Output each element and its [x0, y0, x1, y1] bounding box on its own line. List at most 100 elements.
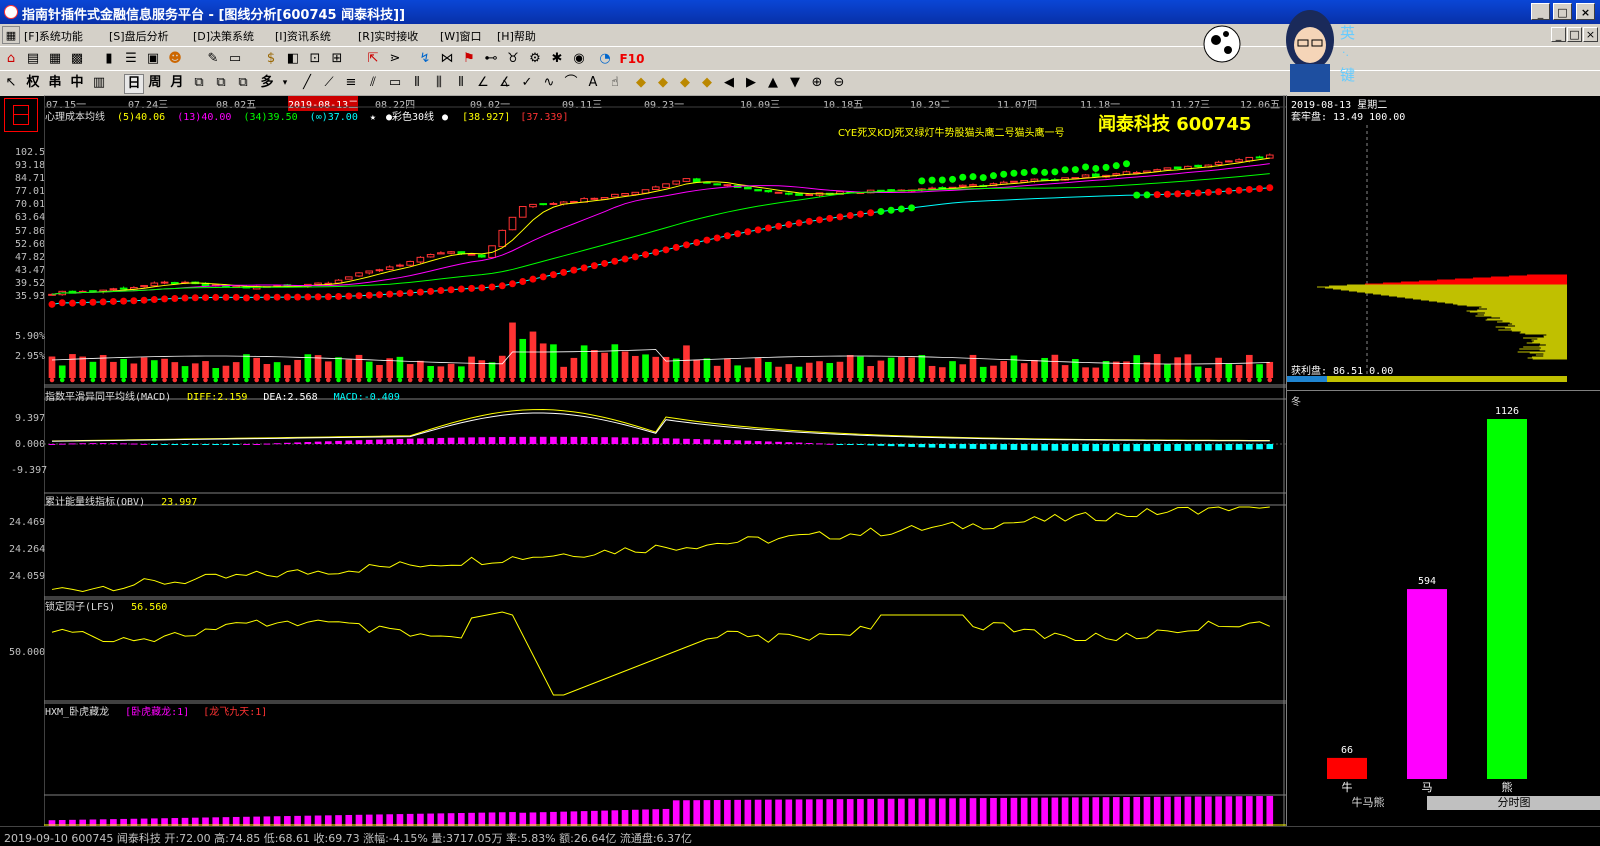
angle-tool-icon[interactable]: ∠ [474, 74, 492, 92]
candle-body [365, 270, 374, 274]
config-icon[interactable]: ⚙ [526, 50, 544, 68]
volume-icon[interactable]: ▥ [90, 74, 108, 92]
sar-dot [1123, 160, 1130, 168]
people-icon[interactable]: ☻ [166, 50, 184, 68]
ray-tool-icon[interactable]: ⟋ [320, 74, 338, 92]
minimize-button[interactable]: _ [1531, 3, 1550, 20]
menu-help[interactable]: [H]帮助 [497, 28, 536, 44]
stock-logo-box[interactable] [4, 98, 38, 132]
list-icon[interactable]: ☰ [122, 50, 140, 68]
obv-value: 23.997 [161, 497, 198, 508]
diamond-2-icon[interactable]: ◆ [654, 74, 672, 92]
menu-after-close[interactable]: [S]盘后分析 [109, 28, 169, 44]
diamond-3-icon[interactable]: ◆ [676, 74, 694, 92]
menu-system[interactable]: [F]系统功能 [24, 28, 83, 44]
hxm-bar [529, 812, 537, 826]
arrow-down-icon[interactable]: ▼ [786, 74, 804, 92]
tab-intraday[interactable]: 分时图 [1427, 796, 1600, 810]
obv-axis-3: 24.059 [9, 571, 46, 582]
globe-icon[interactable]: ◉ [570, 50, 588, 68]
more-periods-button[interactable]: 多 [258, 74, 276, 92]
more-dropdown-icon[interactable]: ▾ [276, 74, 294, 92]
cattle-panel[interactable]: 冬 66 牛 594 马 1126 熊 牛马熊 分时图 [1286, 390, 1600, 827]
parallel-tool-icon[interactable]: ≡ [342, 74, 360, 92]
check-tool-icon[interactable]: ✓ [518, 74, 536, 92]
volume-bar [846, 355, 854, 378]
fib-tool-icon[interactable]: ⫴ [408, 74, 426, 92]
maximize-button[interactable]: □ [1553, 3, 1572, 20]
close-button[interactable]: × [1576, 3, 1595, 20]
analysis-icon[interactable]: ⋈ [438, 50, 456, 68]
tech-chart-icon[interactable]: ↯ [416, 50, 434, 68]
link-icon[interactable]: ⊷ [482, 50, 500, 68]
arrow-up-icon[interactable]: ▲ [764, 74, 782, 92]
volume-dot [694, 377, 699, 383]
child-close-button[interactable]: × [1583, 27, 1598, 42]
compare-icon[interactable]: ⧉ [212, 74, 230, 92]
chat-icon[interactable]: ◔ [596, 50, 614, 68]
gann-tool-icon[interactable]: ⫼ [430, 74, 448, 92]
y-tick-label: 84.71 [15, 173, 46, 185]
rights-button[interactable]: 权 [24, 74, 42, 92]
diamond-1-icon[interactable]: ◆ [632, 74, 650, 92]
bars-icon[interactable]: ▮ [100, 50, 118, 68]
export-icon[interactable]: ⇱ [364, 50, 382, 68]
speed-tool-icon[interactable]: ∡ [496, 74, 514, 92]
alarm-icon[interactable]: ⚑ [460, 50, 478, 68]
diamond-4-icon[interactable]: ◆ [698, 74, 716, 92]
period-month-button[interactable]: 月 [168, 74, 186, 92]
volume-bar [519, 338, 527, 378]
multi-window-icon[interactable]: ⧉ [190, 74, 208, 92]
grid-icon[interactable]: ▩ [68, 50, 86, 68]
tab-bull-horse-bear[interactable]: 牛马熊 [1323, 796, 1413, 810]
news-icon[interactable]: ▣ [144, 50, 162, 68]
cycle-tool-icon[interactable]: ⦀ [452, 74, 470, 92]
text-tool-icon[interactable]: A [584, 74, 602, 92]
period-week-button[interactable]: 周 [146, 74, 164, 92]
menu-decision[interactable]: [D]决策系统 [193, 28, 254, 44]
chart-icon[interactable]: ⊡ [306, 50, 324, 68]
arrow-left-icon[interactable]: ◀ [720, 74, 738, 92]
center-button[interactable]: 中 [68, 74, 86, 92]
overlay-icon[interactable]: ⧉ [234, 74, 252, 92]
chip-panel[interactable]: 2019-08-13 星期二 套牢盘: 13.49 100.00 获利盘: 86… [1286, 95, 1600, 390]
period-day-button[interactable]: 日 [124, 74, 144, 94]
bull-icon[interactable]: ♉ [504, 50, 522, 68]
rect-tool-icon[interactable]: ▭ [386, 74, 404, 92]
quote-icon[interactable]: ▤ [24, 50, 42, 68]
zoom-out-icon[interactable]: ⊖ [830, 74, 848, 92]
child-minimize-button[interactable]: _ [1551, 27, 1566, 42]
wave-tool-icon[interactable]: ∿ [540, 74, 558, 92]
sar-dot [621, 255, 629, 263]
cube-icon[interactable]: ◧ [284, 50, 302, 68]
line-tool-icon[interactable]: ╱ [298, 74, 316, 92]
chart-window-icon[interactable]: ▦ [2, 26, 20, 44]
volume-dot [1124, 377, 1129, 383]
volume-bar [1215, 357, 1222, 378]
tools-icon[interactable]: ✎ [204, 50, 222, 68]
arc-tool-icon[interactable]: ⌒ [562, 74, 580, 92]
pin-icon[interactable]: ✱ [548, 50, 566, 68]
zoom-in-icon[interactable]: ⊕ [808, 74, 826, 92]
sar-dot [529, 275, 537, 283]
macd-bar [355, 440, 363, 444]
window-icon[interactable]: ▭ [226, 50, 244, 68]
volume-dot [1165, 377, 1170, 383]
menu-realtime[interactable]: [R]实时接收 [358, 28, 418, 44]
volume-dot [121, 377, 126, 383]
pointer-icon[interactable]: ↖ [2, 74, 20, 92]
menu-info[interactable]: [I]资讯系统 [275, 28, 331, 44]
calc-icon[interactable]: ▦ [46, 50, 64, 68]
f10-button[interactable]: F10 [619, 50, 645, 68]
hxm-bar [601, 810, 608, 826]
channel-tool-icon[interactable]: ⫽ [364, 74, 382, 92]
child-restore-button[interactable]: □ [1567, 27, 1582, 42]
menu-window[interactable]: [W]窗口 [440, 28, 481, 44]
home-icon[interactable]: ⌂ [2, 50, 20, 68]
hand-tool-icon[interactable]: ☝ [606, 74, 624, 92]
filter-icon[interactable]: ⋗ [386, 50, 404, 68]
arrow-right-icon[interactable]: ▶ [742, 74, 760, 92]
search-doc-icon[interactable]: ⊞ [328, 50, 346, 68]
money-icon[interactable]: $ [262, 50, 280, 68]
series-button[interactable]: 串 [46, 74, 64, 92]
